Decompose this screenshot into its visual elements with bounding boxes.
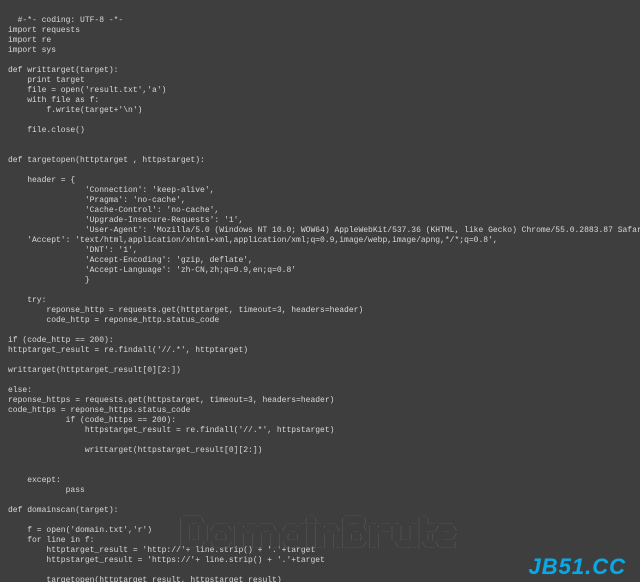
- site-brand-watermark: JB51.CC: [529, 562, 626, 572]
- code-editor-viewport: #-*- coding: UTF-8 -*- import requests i…: [0, 0, 640, 582]
- source-code: #-*- coding: UTF-8 -*- import requests i…: [8, 16, 640, 582]
- ascii-art-watermark: ____ _ ____ _ | _ \ ___ _ __ ___ __ _(_)…: [178, 510, 462, 550]
